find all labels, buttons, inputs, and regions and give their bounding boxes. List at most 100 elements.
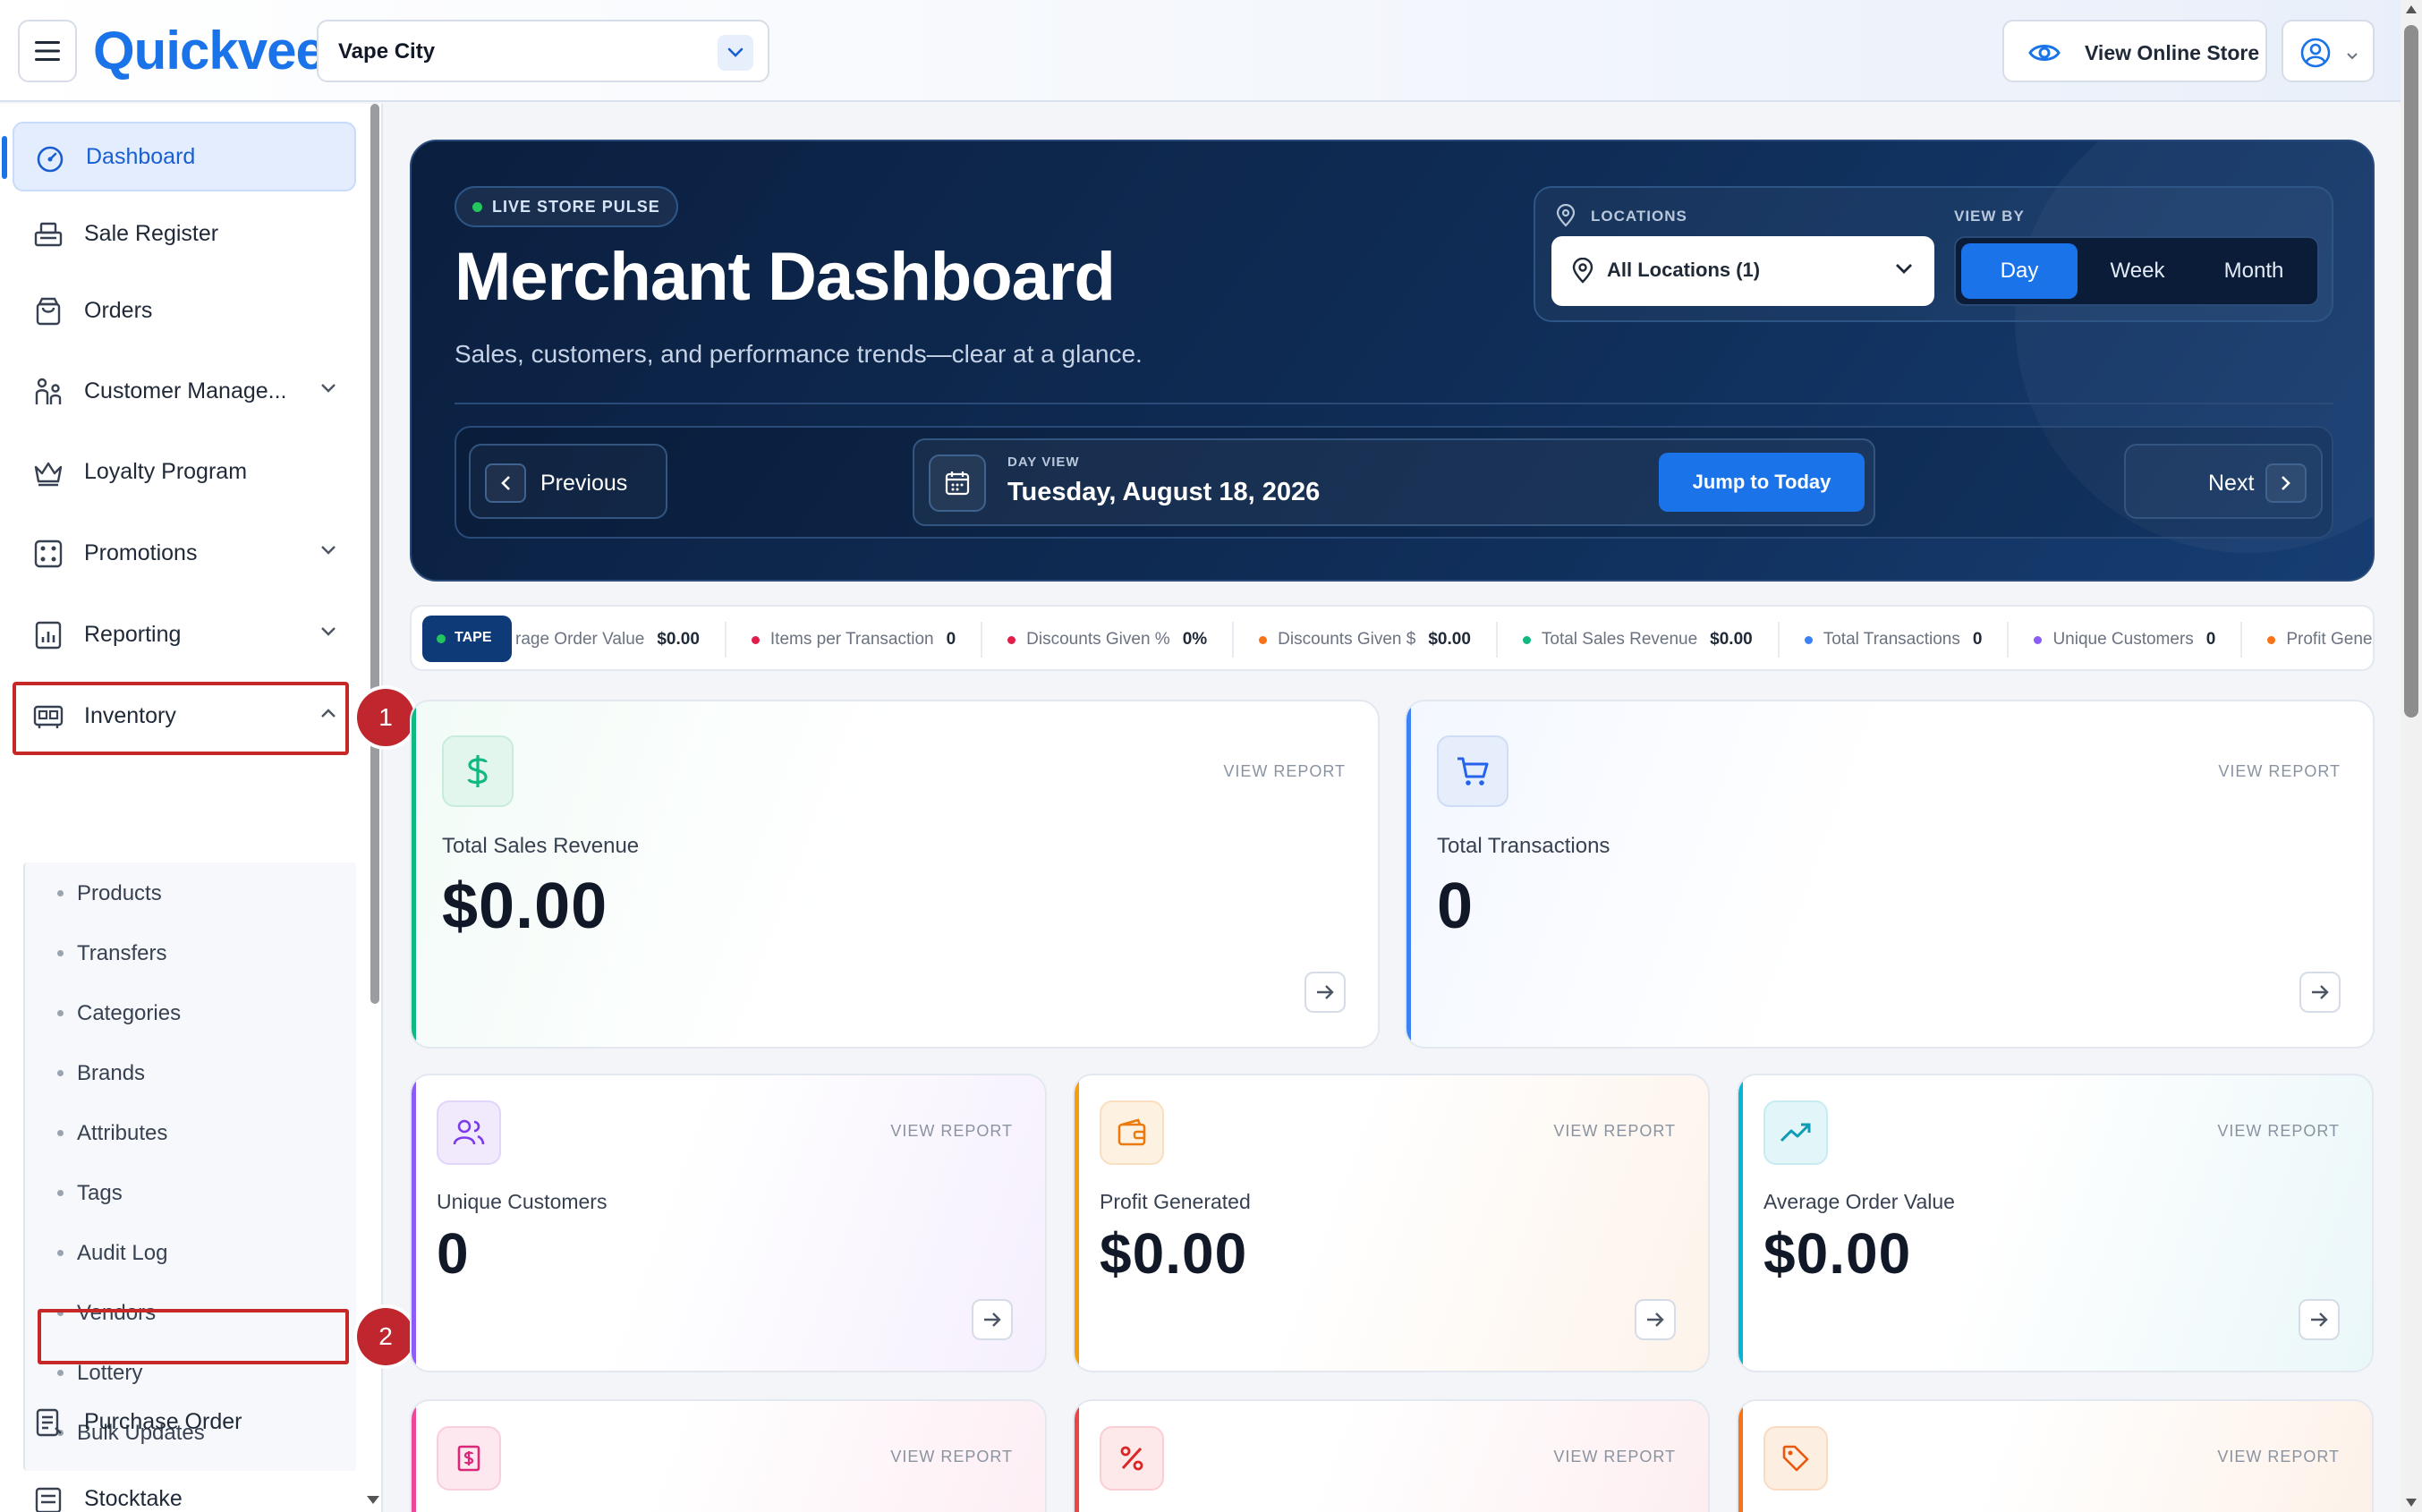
card-value: $0.00 (1100, 1221, 1248, 1286)
user-avatar-icon (2299, 37, 2332, 73)
bag-icon (36, 297, 61, 326)
purchase-order-icon (36, 1408, 62, 1437)
submenu-item-transfers[interactable]: Transfers (25, 926, 347, 980)
sidebar-item-label: Loyalty Program (84, 458, 248, 484)
card-value: $0.00 (1763, 1221, 1912, 1286)
card-value: 0 (1437, 871, 1474, 942)
submenu-item-categories[interactable]: Categories (25, 986, 347, 1040)
sidebar-item-sale-register[interactable]: Sale Register (13, 199, 356, 268)
ticker-item: Discounts Given $ $0.00 (1234, 622, 1498, 658)
page-subtitle: Sales, customers, and performance trends… (455, 340, 1143, 368)
page-title: Merchant Dashboard (455, 239, 1116, 315)
ticker-value: $0.00 (657, 630, 700, 649)
crown-icon (34, 462, 63, 487)
hamburger-icon (35, 41, 60, 61)
ticker-label: Total Transactions (1823, 630, 1960, 649)
hero-divider (455, 403, 2333, 404)
submenu-item-brands[interactable]: Brands (25, 1046, 347, 1100)
sidebar-item-loyalty-program[interactable]: Loyalty Program (13, 437, 356, 506)
location-select[interactable]: All Locations (1) (1551, 236, 1934, 306)
submenu-item-attributes[interactable]: Attributes (25, 1106, 347, 1159)
ticker-label: Discounts Given $ (1278, 630, 1416, 649)
sidebar-item-customer-management[interactable]: Customer Manage... (13, 356, 356, 426)
view-report-link[interactable]: VIEW REPORT (2218, 762, 2341, 781)
view-by-day-button[interactable]: Day (1961, 243, 2078, 299)
ticker-value: $0.00 (1710, 630, 1753, 649)
unique-customers-card[interactable]: VIEW REPORT Unique Customers 0 (410, 1074, 1047, 1372)
metric-card-row3-1[interactable]: VIEW REPORT (410, 1399, 1047, 1512)
page-scrollbar[interactable] (2401, 0, 2422, 1512)
locations-caption: LOCATIONS (1591, 208, 1687, 225)
card-accent (412, 1401, 416, 1512)
metric-card-row3-3[interactable]: VIEW REPORT (1737, 1399, 2374, 1512)
view-online-store-button[interactable]: View Online Store (2002, 20, 2267, 82)
view-online-store-label: View Online Store (2085, 41, 2260, 64)
ticker-item: Items per Transaction 0 (727, 622, 983, 658)
calendar-icon[interactable] (929, 454, 986, 512)
view-report-link[interactable]: VIEW REPORT (890, 1448, 1013, 1466)
scroll-down-arrow[interactable] (2406, 1499, 2417, 1507)
arrow-right-icon[interactable] (1304, 972, 1346, 1013)
profit-generated-card[interactable]: VIEW REPORT Profit Generated $0.00 (1073, 1074, 1710, 1372)
highlight-box-inventory (13, 682, 349, 755)
ticker-item: Unique Customers 0 (2009, 622, 2243, 658)
submenu-item-audit-log[interactable]: Audit Log (25, 1226, 347, 1279)
store-name: Vape City (338, 39, 436, 64)
sidebar-item-promotions[interactable]: Promotions (13, 518, 356, 588)
ticker-dot (1259, 635, 1268, 644)
sidebar-item-stocktake[interactable]: Stocktake (13, 1464, 356, 1512)
total-sales-revenue-card[interactable]: VIEW REPORT Total Sales Revenue $0.00 (410, 700, 1380, 1049)
card-accent (1738, 1401, 1743, 1512)
arrow-right-icon[interactable] (972, 1299, 1013, 1340)
card-title: Total Sales Revenue (442, 834, 640, 858)
receipt-dollar-icon (437, 1426, 501, 1491)
average-order-value-card[interactable]: VIEW REPORT Average Order Value $0.00 (1737, 1074, 2374, 1372)
chevron-down-icon (321, 546, 336, 555)
submenu-item-tags[interactable]: Tags (25, 1166, 347, 1219)
view-report-link[interactable]: VIEW REPORT (1223, 762, 1346, 781)
percent-icon (1100, 1426, 1164, 1491)
arrow-right-icon[interactable] (1635, 1299, 1676, 1340)
card-title: Profit Generated (1100, 1190, 1251, 1213)
sidebar-scroll-down-arrow[interactable] (367, 1496, 379, 1504)
sidebar-item-orders[interactable]: Orders (13, 276, 356, 345)
cart-icon (1437, 735, 1508, 807)
view-report-link[interactable]: VIEW REPORT (1553, 1122, 1676, 1141)
arrow-right-icon[interactable] (2299, 1299, 2340, 1340)
arrow-right-icon[interactable] (2299, 972, 2341, 1013)
chevron-down-icon (321, 384, 336, 393)
ticker-label: Profit Genera (2286, 630, 2373, 649)
scroll-up-arrow[interactable] (2406, 5, 2417, 13)
metric-card-row3-2[interactable]: VIEW REPORT (1073, 1399, 1710, 1512)
bullet-icon (57, 1190, 64, 1196)
sidebar-item-reporting[interactable]: Reporting (13, 599, 356, 669)
view-by-week-button[interactable]: Week (2079, 243, 2196, 299)
bullet-icon (57, 1250, 64, 1256)
badge-label: LIVE STORE PULSE (492, 198, 660, 216)
next-label: Next (2208, 471, 2255, 496)
total-transactions-card[interactable]: VIEW REPORT Total Transactions 0 (1405, 700, 2375, 1049)
page-scrollbar-thumb[interactable] (2404, 25, 2418, 718)
ticker-item: Profit Genera (2242, 622, 2373, 658)
submenu-item-products[interactable]: Products (25, 866, 347, 920)
view-by-month-button[interactable]: Month (2196, 243, 2312, 299)
next-button[interactable]: Next (2124, 444, 2323, 519)
view-report-link[interactable]: VIEW REPORT (1553, 1448, 1676, 1466)
sidebar-item-purchase-order[interactable]: Purchase Order (13, 1387, 356, 1457)
submenu-item-label: Lottery (77, 1361, 143, 1385)
ticker-dot (1804, 635, 1813, 644)
card-accent (1406, 701, 1411, 1047)
menu-toggle-button[interactable] (18, 20, 77, 82)
sidebar-item-dashboard[interactable]: Dashboard (2, 122, 356, 191)
sidebar-item-label: Orders (84, 297, 153, 323)
sidebar-scrollbar-thumb[interactable] (370, 104, 379, 1004)
store-selector[interactable]: Vape City (317, 20, 769, 82)
view-report-link[interactable]: VIEW REPORT (890, 1122, 1013, 1141)
quickvee-logo[interactable]: Quickvee (93, 20, 326, 82)
wallet-icon (1100, 1100, 1164, 1165)
view-report-link[interactable]: VIEW REPORT (2217, 1122, 2340, 1141)
view-report-link[interactable]: VIEW REPORT (2217, 1448, 2340, 1466)
previous-button[interactable]: Previous (469, 444, 667, 519)
user-menu-button[interactable] (2282, 20, 2375, 82)
jump-to-today-button[interactable]: Jump to Today (1659, 453, 1865, 512)
